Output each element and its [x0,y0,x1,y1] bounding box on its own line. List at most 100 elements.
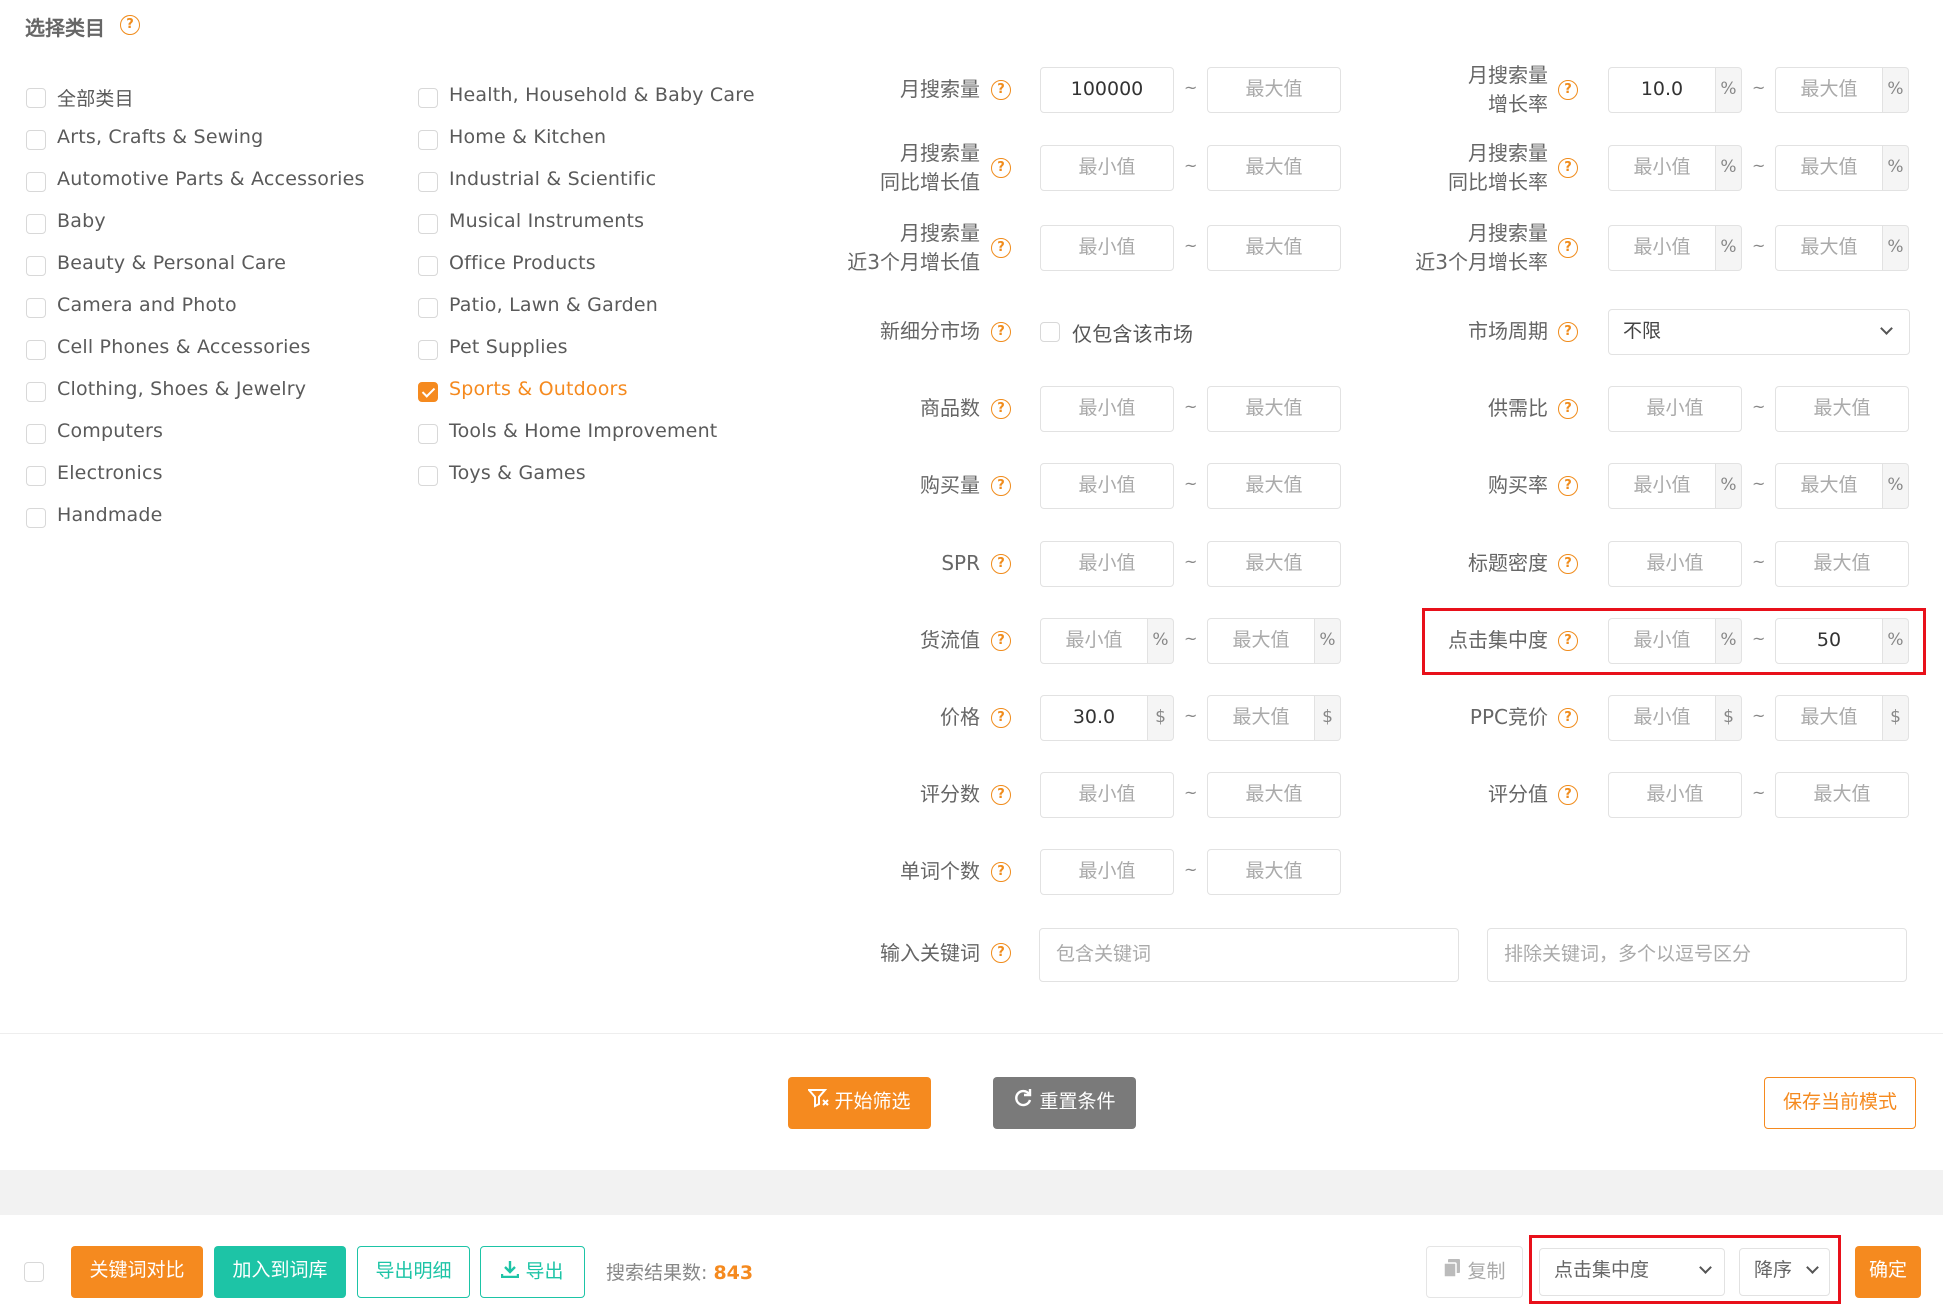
category-label[interactable]: Handmade [57,504,163,526]
right-max-input[interactable]: 最大值 [1775,145,1883,191]
left-max-input[interactable]: 最大值 [1207,772,1341,818]
right-min-input[interactable]: 最小值 [1608,225,1716,271]
add-to-library-button[interactable]: 加入到词库 [214,1246,346,1298]
left-max-input[interactable]: 最大值 [1207,386,1341,432]
left-max-input[interactable]: 最大值 [1207,618,1315,664]
category-label[interactable]: Computers [57,420,163,442]
category-checkbox[interactable] [418,214,438,234]
right-min-input[interactable]: 10.0 [1608,67,1716,113]
start-filter-button[interactable]: 开始筛选 [788,1077,931,1129]
left-max-input[interactable]: 最大值 [1207,225,1341,271]
help-icon[interactable]: ? [1558,554,1578,574]
left-max-input[interactable]: 最大值 [1207,541,1341,587]
category-checkbox[interactable] [26,508,46,528]
category-checkbox[interactable] [418,256,438,276]
help-icon[interactable]: ? [991,785,1011,805]
help-icon[interactable]: ? [991,554,1011,574]
category-checkbox[interactable] [26,214,46,234]
category-checkbox[interactable] [26,172,46,192]
market-cycle-select[interactable]: 不限 [1608,309,1910,355]
left-max-input[interactable]: 最大值 [1207,695,1315,741]
help-icon[interactable]: ? [1558,80,1578,100]
help-icon[interactable]: ? [120,15,140,35]
help-icon[interactable]: ? [1558,322,1578,342]
category-checkbox[interactable] [26,340,46,360]
keyword-compare-button[interactable]: 关键词对比 [71,1246,203,1298]
right-min-input[interactable]: 最小值 [1608,695,1716,741]
category-checkbox[interactable] [418,382,438,402]
exclude-keyword-input[interactable]: 排除关键词，多个以逗号区分 [1487,928,1907,982]
right-max-input[interactable]: 最大值 [1775,541,1909,587]
left-max-input[interactable]: 最大值 [1207,67,1341,113]
help-icon[interactable]: ? [991,943,1011,963]
copy-button[interactable]: 复制 [1426,1246,1523,1298]
help-icon[interactable]: ? [991,80,1011,100]
left-min-input[interactable]: 30.0 [1040,695,1148,741]
category-label[interactable]: Toys & Games [449,462,586,484]
category-label[interactable]: Camera and Photo [57,294,237,316]
right-min-input[interactable]: 最小值 [1608,541,1742,587]
include-keyword-input[interactable]: 包含关键词 [1039,928,1459,982]
category-label[interactable]: Automotive Parts & Accessories [57,168,365,190]
category-checkbox[interactable] [418,130,438,150]
category-checkbox[interactable] [418,340,438,360]
help-icon[interactable]: ? [1558,399,1578,419]
category-checkbox[interactable] [26,256,46,276]
help-icon[interactable]: ? [1558,708,1578,728]
category-label[interactable]: 全部类目 [57,84,134,111]
right-max-input[interactable]: 最大值 [1775,67,1883,113]
category-label[interactable]: Electronics [57,462,163,484]
select-all-checkbox[interactable] [24,1262,44,1282]
category-checkbox[interactable] [418,88,438,108]
help-icon[interactable]: ? [991,862,1011,882]
right-min-input[interactable]: 最小值 [1608,386,1742,432]
help-icon[interactable]: ? [1558,238,1578,258]
category-checkbox[interactable] [26,382,46,402]
help-icon[interactable]: ? [1558,476,1578,496]
category-checkbox[interactable] [26,298,46,318]
category-label[interactable]: Arts, Crafts & Sewing [57,126,263,148]
left-min-input[interactable]: 最小值 [1040,541,1174,587]
right-min-input[interactable]: 最小值 [1608,463,1716,509]
help-icon[interactable]: ? [991,238,1011,258]
category-label[interactable]: Baby [57,210,106,232]
category-label[interactable]: Industrial & Scientific [449,168,656,190]
new-market-checkbox[interactable] [1040,322,1060,342]
category-checkbox[interactable] [26,130,46,150]
right-max-input[interactable]: 最大值 [1775,463,1883,509]
save-mode-button[interactable]: 保存当前模式 [1764,1077,1916,1129]
category-checkbox[interactable] [26,424,46,444]
help-icon[interactable]: ? [991,708,1011,728]
category-label[interactable]: Health, Household & Baby Care [449,84,755,106]
left-min-input[interactable]: 最小值 [1040,386,1174,432]
help-icon[interactable]: ? [991,158,1011,178]
category-label[interactable]: Office Products [449,252,596,274]
export-detail-button[interactable]: 导出明细 [357,1246,470,1298]
help-icon[interactable]: ? [991,631,1011,651]
left-max-input[interactable]: 最大值 [1207,849,1341,895]
reset-button[interactable]: 重置条件 [993,1077,1136,1129]
export-button[interactable]: 导出 [480,1246,585,1298]
right-max-input[interactable]: 最大值 [1775,386,1909,432]
category-checkbox[interactable] [418,298,438,318]
category-checkbox[interactable] [418,466,438,486]
left-min-input[interactable]: 最小值 [1040,225,1174,271]
right-max-input[interactable]: 最大值 [1775,695,1883,741]
category-label[interactable]: Sports & Outdoors [449,378,628,400]
category-label[interactable]: Musical Instruments [449,210,644,232]
category-checkbox[interactable] [418,172,438,192]
help-icon[interactable]: ? [991,476,1011,496]
category-checkbox[interactable] [26,466,46,486]
left-min-input[interactable]: 100000 [1040,67,1174,113]
category-label[interactable]: Cell Phones & Accessories [57,336,311,358]
help-icon[interactable]: ? [1558,158,1578,178]
right-max-input[interactable]: 最大值 [1775,225,1883,271]
confirm-button[interactable]: 确定 [1855,1246,1921,1298]
category-label[interactable]: Pet Supplies [449,336,568,358]
help-icon[interactable]: ? [991,322,1011,342]
category-checkbox[interactable] [418,424,438,444]
category-label[interactable]: Home & Kitchen [449,126,606,148]
left-max-input[interactable]: 最大值 [1207,145,1341,191]
left-min-input[interactable]: 最小值 [1040,463,1174,509]
category-label[interactable]: Clothing, Shoes & Jewelry [57,378,306,400]
